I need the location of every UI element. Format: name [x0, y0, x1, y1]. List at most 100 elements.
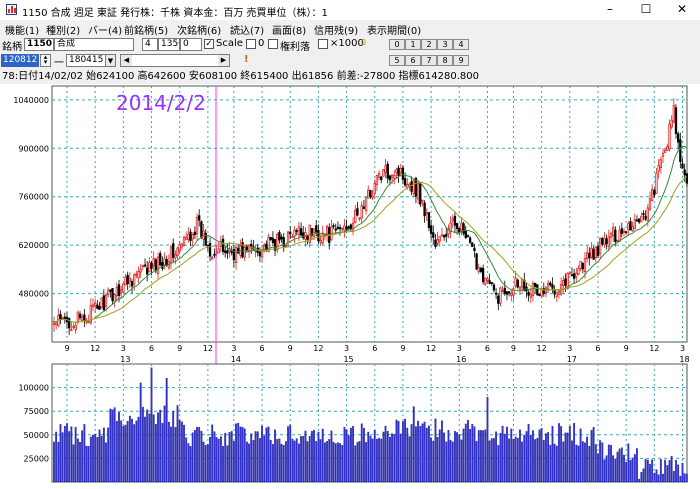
volume-bar: [280, 443, 283, 483]
volume-bar: [76, 438, 79, 483]
number-button-2[interactable]: 2: [421, 39, 437, 50]
parameter-a-input[interactable]: 4: [142, 38, 158, 51]
candle-body: [462, 223, 465, 234]
candle-body: [416, 182, 420, 200]
price-chart-svg[interactable]: 1040000 900000 760000 620000 480000 9 12 3 6 9 12…: [0, 84, 700, 486]
volume-bar: [490, 438, 493, 483]
volume-bar: [592, 427, 595, 483]
multiplier-checkbox[interactable]: [318, 39, 328, 49]
minimize-button[interactable]: –: [592, 0, 628, 20]
volume-bar: [191, 432, 194, 483]
number-button-8[interactable]: 8: [437, 55, 453, 66]
candle-body: [130, 281, 134, 287]
candle-body: [399, 168, 402, 174]
candle-body: [642, 213, 645, 216]
volume-bar: [102, 427, 105, 483]
symbol-code-input[interactable]: 1150: [24, 38, 54, 51]
number-button-0[interactable]: 0: [389, 39, 405, 50]
maximize-button[interactable]: ☐: [628, 0, 664, 20]
candle-body: [395, 169, 398, 173]
month-tick-label: 3: [121, 344, 126, 353]
chart-area[interactable]: 1040000 900000 760000 620000 480000 9 12 3 6 9 12…: [0, 84, 700, 486]
number-button-6[interactable]: 6: [405, 55, 421, 66]
volume-bar: [70, 426, 73, 483]
candle-body: [421, 199, 424, 202]
volume-bar: [206, 444, 209, 483]
number-button-7[interactable]: 7: [421, 55, 437, 66]
candle-body: [620, 228, 623, 234]
scroll-right-icon[interactable]: ▶: [218, 55, 229, 66]
volume-bar: [627, 443, 630, 483]
volume-bar: [425, 427, 428, 483]
candle-body: [295, 230, 298, 232]
menu-function[interactable]: 機能(1): [5, 22, 39, 37]
menu-next-symbol[interactable]: 次銘柄(6): [177, 22, 221, 37]
candle-body: [505, 291, 509, 295]
candle-body: [100, 297, 103, 308]
candle-body: [200, 221, 203, 238]
volume-bar: [451, 441, 454, 483]
candle-body: [388, 175, 392, 181]
candle-body: [154, 259, 158, 272]
volume-bar: [113, 407, 116, 483]
volume-bar: [508, 438, 511, 483]
menu-display-period[interactable]: 表示期間(0): [367, 22, 421, 37]
number-button-5[interactable]: 5: [389, 55, 405, 66]
volume-bar: [581, 441, 584, 483]
candle-body: [354, 210, 357, 223]
range-end-dropdown-icon[interactable]: ▼: [106, 54, 116, 67]
year-tick-label: 15: [343, 355, 353, 364]
candle-body: [156, 256, 160, 274]
volume-bar: [646, 459, 649, 483]
candle-body: [393, 175, 396, 179]
volume-bar: [128, 415, 131, 483]
number-button-9[interactable]: 9: [453, 55, 469, 66]
candle-body: [549, 282, 552, 286]
volume-bar: [625, 461, 628, 483]
volume-bar: [477, 430, 480, 483]
menu-margin-balance[interactable]: 信用残(9): [314, 22, 358, 37]
candle-body: [302, 232, 305, 239]
month-tick-label: 12: [537, 344, 547, 353]
candle-body: [143, 264, 147, 267]
menu-type[interactable]: 種別(2): [46, 22, 80, 37]
range-end-field[interactable]: 180415: [66, 54, 106, 67]
number-button-3[interactable]: 3: [437, 39, 453, 50]
month-tick-label: 6: [260, 344, 265, 353]
candle-body: [55, 322, 58, 326]
parameter-b-input[interactable]: 1350: [158, 38, 180, 51]
candle-body: [601, 238, 604, 245]
parameter-c-input[interactable]: 0: [180, 38, 202, 51]
menu-load[interactable]: 読込(7): [230, 22, 264, 37]
month-tick-label: 9: [511, 344, 516, 353]
volume-bar: [193, 430, 196, 483]
rights-adjust-checkbox[interactable]: [268, 39, 278, 49]
volume-bar: [241, 426, 244, 483]
volume-bar: [176, 405, 179, 483]
candle-body: [107, 289, 110, 296]
candle-body: [115, 286, 119, 297]
volume-bar: [59, 424, 62, 483]
candle-body: [640, 215, 643, 223]
scroll-left-icon[interactable]: ◀: [121, 55, 132, 66]
volume-bar: [529, 434, 532, 483]
close-button[interactable]: ✕: [664, 0, 700, 20]
scale-value-checkbox[interactable]: [246, 39, 256, 49]
period-scrollbar[interactable]: ◀ ▶: [120, 54, 230, 67]
volume-bar: [523, 434, 526, 483]
menu-previous-symbol[interactable]: 前銘柄(5): [124, 22, 168, 37]
candle-body: [384, 165, 387, 173]
number-button-1[interactable]: 1: [405, 39, 421, 50]
year-tick-label: 17: [567, 355, 577, 364]
symbol-name-field[interactable]: 合成: [54, 38, 134, 51]
menu-screen[interactable]: 画面(8): [272, 22, 306, 37]
candle-body: [650, 189, 654, 202]
scale-checkbox[interactable]: ✓: [204, 39, 214, 49]
range-start-field[interactable]: 120812: [1, 54, 39, 67]
volume-bar: [131, 418, 133, 483]
candle-body: [338, 227, 342, 230]
range-start-spinner[interactable]: ▴ ▾: [40, 54, 51, 67]
volume-bar: [469, 429, 472, 483]
menu-bar-settings[interactable]: バー(4): [88, 22, 122, 37]
number-button-4[interactable]: 4: [453, 39, 469, 50]
